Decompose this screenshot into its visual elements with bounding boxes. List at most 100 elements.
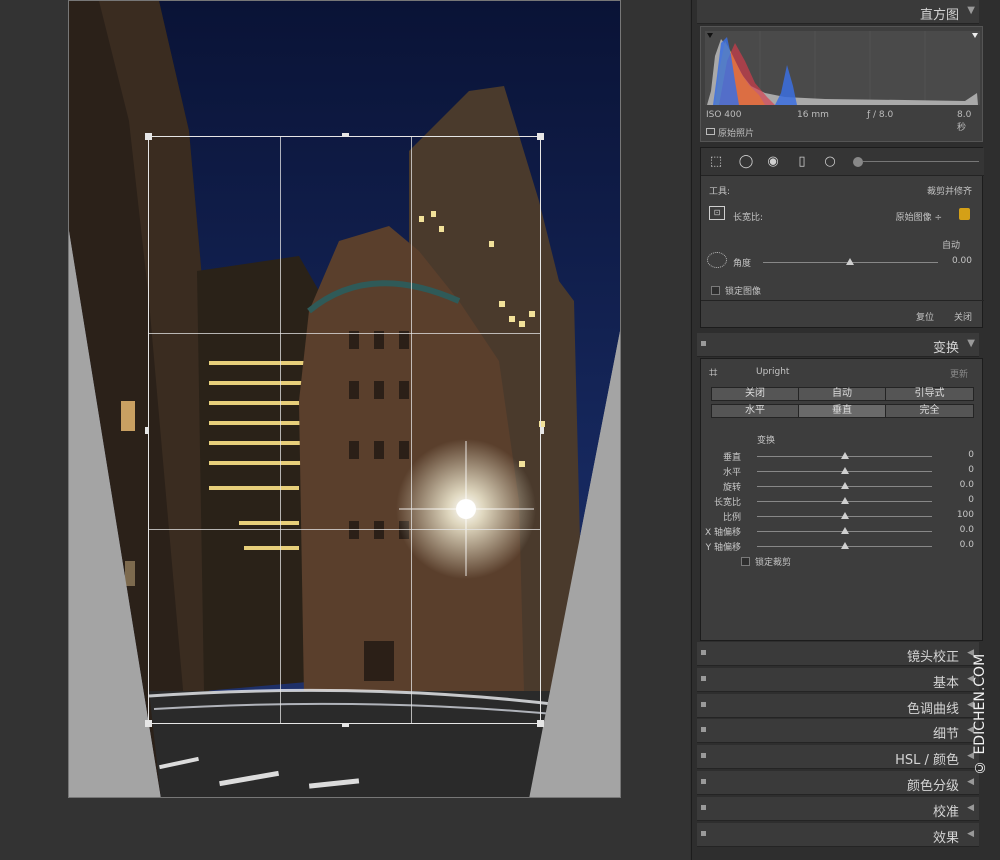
close-button[interactable]: 关闭	[954, 310, 972, 323]
update-button[interactable]: 更新	[950, 367, 968, 380]
upright-vertical-button[interactable]: 垂直	[798, 404, 886, 418]
transform-header[interactable]: 变换 ▼	[697, 333, 979, 357]
upright-level-button[interactable]: 水平	[711, 404, 799, 418]
histogram-header[interactable]: 直方图 ▼	[697, 0, 979, 24]
upright-guided-button[interactable]: 引导式	[885, 387, 974, 401]
slider-value[interactable]: 0	[968, 495, 974, 505]
crop-handle-bottom-left[interactable]	[145, 720, 152, 727]
panel-header-hsl-color[interactable]: HSL / 颜色 ◀	[697, 745, 979, 770]
angle-value: 0.00	[951, 256, 972, 266]
transform-title: 变换	[932, 341, 959, 356]
auto-angle-button[interactable]: 自动	[942, 238, 960, 251]
lock-crop-label: 锁定裁剪	[755, 558, 792, 568]
brush-slider-icon[interactable]	[853, 157, 863, 167]
histogram-aperture: ƒ / 8.0	[867, 110, 894, 120]
upright-crop-icon[interactable]: ⌗	[709, 363, 717, 381]
expand-triangle-icon[interactable]: ◀	[967, 829, 974, 839]
transform-panel: ⌗ Upright 更新 关闭 自动 引导式 水平 垂直 完全 变换 垂直 0 水平…	[700, 358, 983, 641]
panel-header-effects[interactable]: 效果 ◀	[697, 822, 979, 847]
panel-header-basic[interactable]: 基本 ◀	[697, 667, 979, 692]
slider-label: 比例	[722, 513, 741, 523]
slider-value[interactable]: 0.0	[960, 540, 974, 550]
slider-label: 垂直	[722, 453, 741, 463]
slider-value[interactable]: 0	[968, 465, 974, 475]
slider-value[interactable]: 0	[968, 450, 974, 460]
slider-thumb[interactable]	[840, 497, 849, 504]
crop-handle-left[interactable]	[145, 427, 148, 434]
brush-slider-track[interactable]	[863, 161, 979, 162]
crop-handle-bottom[interactable]	[342, 724, 349, 727]
angle-level-icon[interactable]	[707, 252, 727, 268]
section-toggle-icon[interactable]	[701, 727, 706, 733]
crop-handle-top[interactable]	[342, 133, 349, 136]
slider-thumb[interactable]	[840, 452, 849, 459]
crop-overlay-icon[interactable]: ⬚	[707, 154, 725, 170]
expand-triangle-icon[interactable]: ◀	[967, 803, 974, 813]
transform-slider-row: 旋转 0.0	[701, 479, 984, 494]
slider-value[interactable]: 0.0	[960, 480, 974, 490]
original-photo-label[interactable]: 原始照片	[718, 126, 754, 139]
section-toggle-icon[interactable]	[701, 779, 706, 784]
tool-label: 工具:	[709, 187, 731, 197]
section-toggle-icon[interactable]	[701, 701, 706, 707]
transform-slider-row: 水平 0	[701, 464, 984, 479]
aspect-label: 长宽比:	[733, 213, 764, 223]
red-eye-icon[interactable]: ◉	[764, 154, 782, 170]
section-toggle-icon[interactable]	[701, 804, 706, 810]
slider-thumb[interactable]	[840, 467, 849, 474]
panel-header-tone-curve[interactable]: 色调曲线 ◀	[697, 693, 979, 718]
upright-auto-button[interactable]: 自动	[798, 387, 886, 401]
panel-header-detail[interactable]: 细节 ◀	[697, 719, 979, 744]
slider-label: 长宽比	[713, 498, 741, 508]
crop-handle-top-left[interactable]	[145, 133, 152, 140]
section-toggle-icon[interactable]	[701, 753, 706, 759]
panel-header-lens-corrections[interactable]: 镜头校正 ◀	[697, 642, 979, 666]
radial-filter-icon[interactable]: ○	[821, 154, 839, 170]
slider-thumb[interactable]	[840, 512, 849, 519]
tool-strip: ⬚ ◯ ◉ ▯ ○	[701, 148, 984, 176]
lock-image-checkbox[interactable]	[711, 286, 720, 295]
expand-triangle-icon[interactable]: ◀	[967, 777, 974, 787]
crop-handle-bottom-right[interactable]	[537, 720, 544, 727]
upright-off-button[interactable]: 关闭	[711, 387, 799, 401]
transform-slider-row: 长宽比 0	[701, 494, 984, 509]
transform-sub-label: 变换	[757, 436, 776, 446]
histogram-graph	[705, 31, 980, 105]
slider-thumb[interactable]	[840, 527, 849, 534]
panel-header-color-grading[interactable]: 颜色分级 ◀	[697, 771, 979, 795]
slider-thumb[interactable]	[840, 482, 849, 489]
graduated-filter-icon[interactable]: ▯	[793, 154, 811, 170]
upright-full-button[interactable]: 完全	[885, 404, 974, 418]
slider-value[interactable]: 100	[957, 510, 974, 520]
original-photo-icon[interactable]	[706, 128, 715, 135]
photo-frame	[68, 0, 621, 798]
spot-removal-icon[interactable]: ◯	[737, 154, 755, 170]
collapse-triangle-icon[interactable]: ▼	[967, 5, 975, 16]
aspect-dropdown[interactable]: 原始图像 ÷	[896, 210, 942, 223]
upright-label: Upright	[756, 367, 790, 377]
crop-handle-right[interactable]	[541, 427, 544, 434]
section-toggle-icon[interactable]	[701, 650, 706, 655]
crop-overlay[interactable]	[145, 133, 544, 727]
section-toggle-icon[interactable]	[701, 675, 706, 681]
slider-value[interactable]: 0.0	[960, 525, 974, 535]
section-toggle-icon[interactable]	[701, 830, 706, 836]
panel-title: 基本	[932, 675, 959, 691]
lock-crop-checkbox[interactable]	[741, 557, 750, 566]
crop-tool-panel: ⬚ ◯ ◉ ▯ ○ 工具: 裁剪并修齐 ⊡ 长宽比: 原始图像 ÷ 自动 角度 …	[700, 147, 984, 328]
collapse-triangle-icon[interactable]: ▼	[967, 338, 975, 349]
crop-grid-line	[149, 333, 540, 334]
slider-thumb[interactable]	[840, 542, 849, 549]
develop-right-panel: 直方图 ▼ ISO 400 16 mm ƒ / 8.0 8.0 秒 原始照片 ⬚	[691, 0, 1000, 860]
watermark-text: © EDICHEN.COM	[972, 653, 988, 775]
histogram-iso: ISO 400	[706, 110, 742, 120]
crop-handle-top-right[interactable]	[537, 133, 544, 140]
panel-title: 镜头校正	[906, 650, 959, 665]
angle-slider-thumb[interactable]	[846, 258, 854, 265]
section-toggle-icon[interactable]	[701, 341, 706, 346]
panel-header-calibration[interactable]: 校准 ◀	[697, 796, 979, 821]
lock-icon[interactable]	[959, 208, 970, 220]
reset-button[interactable]: 复位	[916, 310, 934, 323]
crop-grid-line	[280, 137, 281, 723]
crop-aspect-icon[interactable]: ⊡	[709, 206, 725, 220]
